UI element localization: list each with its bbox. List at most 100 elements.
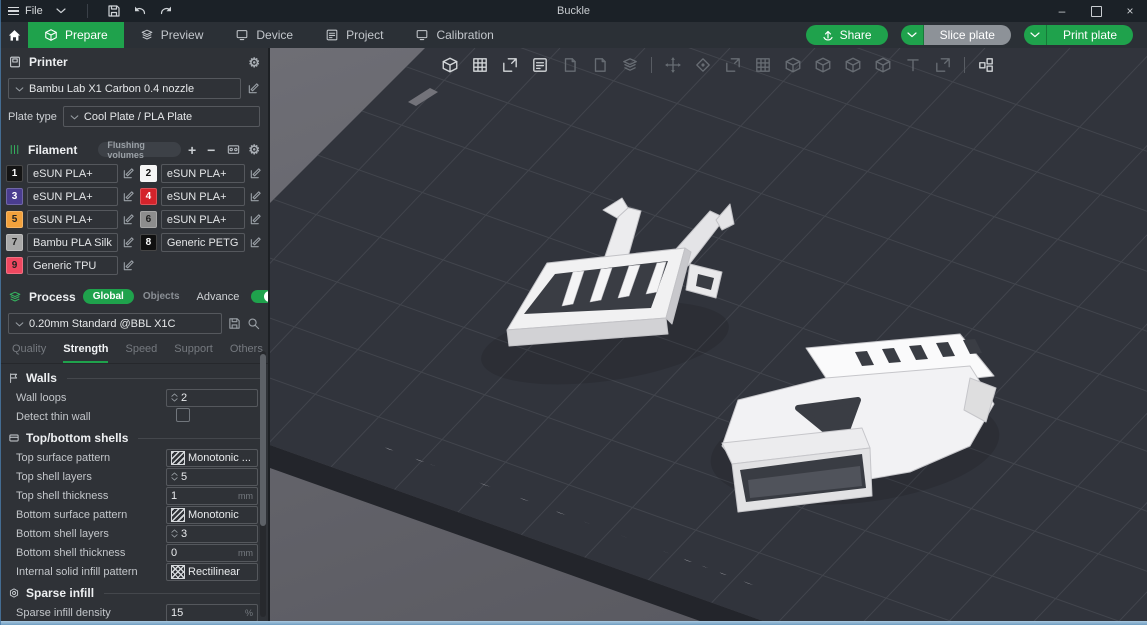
assembly-view-icon[interactable]: [974, 53, 998, 77]
filament-3-select[interactable]: eSUN PLA+: [27, 187, 118, 206]
setting-top-shell-thickness: Top shell thickness 1 mm: [0, 486, 268, 505]
printer-preset-select[interactable]: Bambu Lab X1 Carbon 0.4 nozzle: [8, 78, 241, 99]
filament-row-7: 7 Bambu PLA Silk: [6, 233, 135, 252]
filament-8-color-chip[interactable]: 8: [139, 234, 157, 251]
filament-2-select[interactable]: eSUN PLA+: [160, 164, 245, 183]
process-save-icon[interactable]: [228, 317, 241, 330]
save-icon[interactable]: [106, 3, 122, 19]
filament-7-color-chip[interactable]: 7: [6, 234, 23, 251]
slice-options-chevron[interactable]: [900, 25, 924, 45]
print-plate-button[interactable]: Print plate: [1023, 25, 1133, 45]
filament-2-color-chip[interactable]: 2: [139, 165, 157, 182]
filament-9-color-chip[interactable]: 9: [6, 257, 23, 274]
auto-orient-icon[interactable]: [498, 53, 522, 77]
tab-project[interactable]: Project: [309, 22, 399, 48]
filament-8-edit-icon[interactable]: [249, 236, 262, 249]
filament-1-color-chip[interactable]: 1: [6, 165, 23, 182]
stepper-arrows-icon[interactable]: [171, 393, 178, 402]
printer-settings-gear-icon[interactable]: ⚙: [248, 56, 260, 69]
filament-6-edit-icon[interactable]: [249, 213, 262, 226]
scope-objects-button[interactable]: Objects: [141, 289, 190, 304]
filament-4-select[interactable]: eSUN PLA+: [160, 187, 245, 206]
filament-7-edit-icon[interactable]: [122, 236, 135, 249]
printer-edit-icon[interactable]: [247, 82, 260, 95]
process-preset-select[interactable]: 0.20mm Standard @BBL X1C: [8, 313, 222, 334]
tab-preview[interactable]: Preview: [124, 22, 220, 48]
process-icon: [8, 290, 22, 304]
stepper-arrows-icon[interactable]: [171, 529, 178, 538]
settings-scrollbar-thumb[interactable]: [260, 354, 266, 526]
filament-section-title: Filament: [28, 142, 78, 157]
printer-section-title: Printer: [29, 55, 68, 69]
filament-3-color-chip[interactable]: 3: [6, 188, 23, 205]
filament-9-select[interactable]: Generic TPU: [27, 256, 118, 275]
filament-6-color-chip[interactable]: 6: [139, 211, 157, 228]
filament-6-select[interactable]: eSUN PLA+: [160, 210, 245, 229]
add-model-icon[interactable]: [438, 53, 462, 77]
advance-toggle[interactable]: [251, 290, 268, 303]
tab-quality[interactable]: Quality: [12, 343, 46, 363]
filament-settings-gear-icon[interactable]: ⚙: [248, 143, 260, 156]
filament-5-color-chip[interactable]: 5: [6, 211, 23, 228]
arrange-icon[interactable]: [528, 53, 552, 77]
flushing-volumes-button[interactable]: Flushing volumes: [98, 140, 181, 160]
stepper-arrows-icon[interactable]: [171, 472, 178, 481]
tab-prepare[interactable]: Prepare: [28, 22, 124, 48]
filament-8-select[interactable]: Generic PETG: [160, 233, 245, 252]
plate-type-select[interactable]: Cool Plate / PLA Plate: [62, 106, 260, 127]
stripe-pattern-icon: [171, 507, 185, 522]
crosshatch-pattern-icon: [171, 564, 185, 579]
close-button[interactable]: ×: [1113, 0, 1147, 22]
maximize-button[interactable]: [1079, 0, 1113, 22]
file-menu[interactable]: File: [8, 5, 43, 17]
filament-7-select[interactable]: Bambu PLA Silk: [27, 233, 118, 252]
undo-icon[interactable]: [132, 3, 148, 19]
filament-5-edit-icon[interactable]: [122, 213, 135, 226]
filament-1-edit-icon[interactable]: [122, 167, 135, 180]
filament-1-select[interactable]: eSUN PLA+: [27, 164, 118, 183]
viewport-3d[interactable]: Bambu Cool Plate: [231, 48, 1147, 621]
scope-global-button[interactable]: Global: [82, 289, 134, 304]
filament-5-select[interactable]: eSUN PLA+: [27, 210, 118, 229]
top-shell-layers-stepper[interactable]: 5: [166, 467, 258, 486]
filament-row-9: 9 Generic TPU: [6, 256, 135, 275]
filament-9-edit-icon[interactable]: [122, 259, 135, 272]
ams-settings-icon[interactable]: [226, 142, 241, 157]
minimize-button[interactable]: –: [1045, 0, 1079, 22]
detect-thin-wall-checkbox[interactable]: [176, 408, 190, 422]
process-search-icon[interactable]: [247, 317, 260, 330]
stripe-pattern-icon: [171, 450, 185, 465]
bottom-surface-pattern-select[interactable]: Monotonic: [166, 505, 258, 524]
top-surface-pattern-select[interactable]: Monotonic ...: [166, 448, 258, 467]
tab-strength[interactable]: Strength: [63, 343, 109, 363]
filament-2-edit-icon[interactable]: [249, 167, 262, 180]
top-shell-thickness-input[interactable]: 1 mm: [166, 486, 258, 505]
print-options-chevron[interactable]: [1023, 25, 1047, 45]
tab-calibration[interactable]: Calibration: [399, 22, 509, 48]
add-filament-button[interactable]: +: [188, 143, 196, 157]
filament-3-edit-icon[interactable]: [122, 190, 135, 203]
titlebar: File Buckle – ×: [0, 0, 1147, 22]
sparse-infill-density-input[interactable]: 15 %: [166, 603, 258, 621]
device-icon: [235, 28, 249, 42]
bottom-shell-layers-stepper[interactable]: 3: [166, 524, 258, 543]
chevron-down-icon[interactable]: [53, 3, 69, 19]
tab-speed[interactable]: Speed: [125, 343, 157, 363]
wall-loops-stepper[interactable]: 2: [166, 388, 258, 407]
slice-plate-button[interactable]: Slice plate: [900, 25, 1011, 45]
bottom-shell-thickness-input[interactable]: 0 mm: [166, 543, 258, 562]
tab-support[interactable]: Support: [174, 343, 213, 363]
setting-top-surface-pattern: Top surface pattern Monotonic ...: [0, 448, 268, 467]
internal-solid-infill-pattern-select[interactable]: Rectilinear: [166, 562, 258, 581]
filament-4-color-chip[interactable]: 4: [139, 188, 157, 205]
redo-icon[interactable]: [158, 3, 174, 19]
tab-device[interactable]: Device: [219, 22, 309, 48]
remove-filament-button[interactable]: −: [207, 143, 215, 157]
tab-others[interactable]: Others: [230, 343, 263, 363]
split-to-objects-icon: [558, 53, 582, 77]
share-button[interactable]: Share: [805, 25, 888, 45]
add-plate-icon[interactable]: [468, 53, 492, 77]
filament-4-edit-icon[interactable]: [249, 190, 262, 203]
home-icon[interactable]: [0, 22, 28, 48]
window-left-border: [0, 0, 1, 625]
